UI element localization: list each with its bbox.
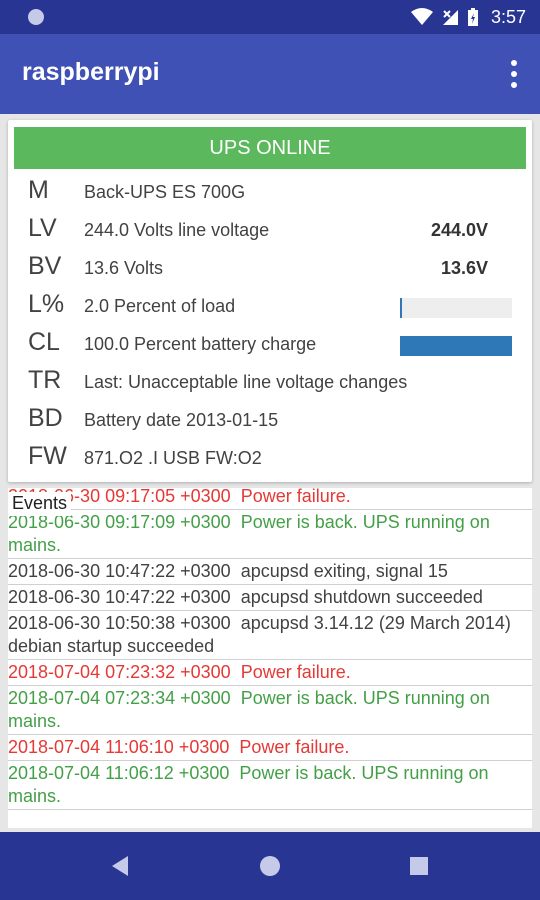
info-row-battery-voltage: BV 13.6 Volts 13.6V xyxy=(8,248,532,286)
notification-dot-icon xyxy=(28,9,44,25)
home-icon[interactable] xyxy=(260,856,280,876)
info-row-transfer-reason: TR Last: Unacceptable line voltage chang… xyxy=(8,362,532,400)
info-row-battery-charge: CL 100.0 Percent battery charge xyxy=(8,324,532,362)
row-desc: 13.6 Volts xyxy=(84,258,164,278)
row-key: TR xyxy=(28,366,62,394)
event-row[interactable]: 2018-06-30 09:17:09 +0300 Power is back. … xyxy=(8,510,532,559)
info-row-model: M Back-UPS ES 700G xyxy=(8,172,532,210)
info-row-line-voltage: LV 244.0 Volts line voltage 244.0V xyxy=(8,210,532,248)
event-row[interactable]: 2018-06-30 10:50:38 +0300 apcupsd 3.14.12… xyxy=(8,611,532,660)
row-desc: 100.0 Percent battery charge xyxy=(84,334,317,354)
event-timestamp: 2018-07-04 11:06:12 +0300 xyxy=(8,763,230,783)
navigation-bar xyxy=(0,832,540,900)
row-desc: Battery date 2013-01-15 xyxy=(84,410,279,430)
ups-status-card: UPS ONLINE M Back-UPS ES 700G LV 244.0 V… xyxy=(8,120,532,482)
event-message: Power failure. xyxy=(239,737,350,757)
event-row[interactable]: 2018-06-30 10:47:22 +0300 apcupsd shutdow… xyxy=(8,585,532,611)
back-icon[interactable] xyxy=(112,856,128,876)
event-timestamp: 2018-07-04 07:23:34 +0300 xyxy=(8,688,231,708)
event-message: Power failure. xyxy=(240,662,351,682)
event-timestamp: 2018-06-30 10:47:22 +0300 xyxy=(8,587,231,607)
more-options-icon[interactable] xyxy=(510,60,518,88)
event-row[interactable]: 2018-07-04 07:23:32 +0300 Power failure. xyxy=(8,660,532,686)
load-progress-fill xyxy=(400,298,403,318)
event-row[interactable]: 2018-06-30 09:17:05 +0300 Power failure. xyxy=(8,488,532,510)
event-timestamp: 2018-06-30 10:47:22 +0300 xyxy=(8,561,231,581)
row-key: FW xyxy=(28,442,67,470)
row-desc: Last: Unacceptable line voltage changes xyxy=(84,372,408,392)
row-key: CL xyxy=(28,328,60,356)
wifi-icon xyxy=(410,8,433,25)
row-key: M xyxy=(28,176,49,204)
events-scroll[interactable]: 2018-06-30 09:17:05 +0300 Power failure. 2… xyxy=(8,488,532,810)
events-list[interactable]: 2018-06-30 09:17:05 +0300 Power failure. 2… xyxy=(8,488,532,828)
status-bar: 3:57 xyxy=(0,0,540,34)
row-key: BV xyxy=(28,252,62,280)
row-desc: 244.0 Volts line voltage xyxy=(84,220,270,240)
row-value: 13.6V xyxy=(440,258,488,278)
event-timestamp: 2018-06-30 10:50:38 +0300 xyxy=(8,613,231,633)
charge-progress-fill xyxy=(400,336,512,356)
row-value: 244.0V xyxy=(430,220,488,240)
row-desc: Back-UPS ES 700G xyxy=(84,182,246,202)
event-row[interactable]: 2018-06-30 10:47:22 +0300 apcupsd exiting… xyxy=(8,559,532,585)
event-row[interactable]: 2018-07-04 11:06:10 +0300 Power failure. xyxy=(8,735,532,761)
event-row[interactable]: 2018-07-04 07:23:34 +0300 Power is back. … xyxy=(8,686,532,735)
event-message: Power failure. xyxy=(240,488,351,506)
info-row-load: L% 2.0 Percent of load xyxy=(8,286,532,324)
event-timestamp: 2018-07-04 07:23:32 +0300 xyxy=(8,662,231,682)
app-title: raspberrypi xyxy=(22,58,160,86)
event-timestamp: 2018-07-04 11:06:10 +0300 xyxy=(8,737,230,757)
info-row-battery-date: BD Battery date 2013-01-15 xyxy=(8,400,532,438)
app-bar: raspberrypi xyxy=(0,34,540,114)
ups-status-banner: UPS ONLINE xyxy=(14,127,526,169)
event-message: apcupsd shutdown succeeded xyxy=(240,587,483,607)
signal-icon xyxy=(442,10,458,25)
charge-progress-bar xyxy=(400,336,512,356)
load-progress-bar xyxy=(400,298,512,318)
clock: 3:57 xyxy=(490,6,526,27)
status-icons: 3:57 xyxy=(410,0,526,34)
battery-icon xyxy=(467,8,478,26)
row-key: LV xyxy=(28,214,57,242)
row-desc: 871.O2 .I USB FW:O2 xyxy=(84,448,262,468)
row-desc: 2.0 Percent of load xyxy=(84,296,236,316)
event-message: apcupsd exiting, signal 15 xyxy=(240,561,448,581)
row-key: L% xyxy=(28,290,65,318)
event-row[interactable]: 2018-07-04 11:06:12 +0300 Power is back. … xyxy=(8,761,532,810)
row-key: BD xyxy=(28,404,63,432)
events-label: Events xyxy=(8,492,72,516)
info-row-firmware: FW 871.O2 .I USB FW:O2 xyxy=(8,438,532,476)
recents-icon[interactable] xyxy=(410,857,428,875)
